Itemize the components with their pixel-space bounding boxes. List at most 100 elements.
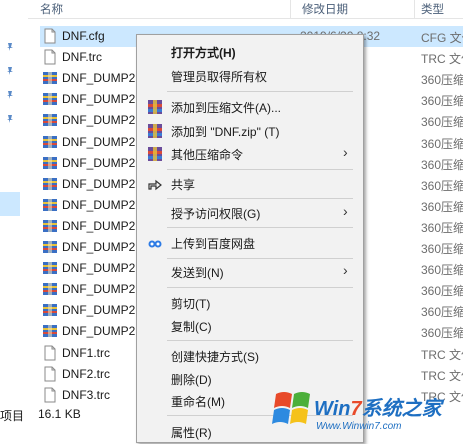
pin-icon[interactable] [5,114,15,124]
archive-icon [42,91,58,107]
file-name: DNF_DUMP2 [62,71,136,86]
menu-label: 打开方式(H) [171,46,236,60]
watermark-url: Www.Winwin7.com [316,421,402,432]
archive-icon [42,155,58,171]
menu-label: 共享 [171,178,196,192]
menu-separator [167,91,353,92]
menu-label: 删除(D) [171,373,212,387]
menu-separator [167,227,353,228]
share-icon [148,179,162,191]
file-type: 360压缩 [421,157,463,172]
archive-icon [42,70,58,86]
column-date-header[interactable]: 修改日期 [302,1,348,17]
menu-label: 上传到百度网盘 [171,237,256,251]
file-type: 360压缩 [421,73,463,88]
menu-item-add-to-zip[interactable]: 添加到 "DNF.zip" (T) [137,119,363,142]
archive-icon [42,197,58,213]
generic-file-icon [42,49,58,65]
pin-icon[interactable] [5,90,15,100]
column-header: 名称 修改日期 类型 [28,0,463,19]
menu-separator [167,169,353,170]
winrar-icon [148,147,162,161]
winrar-icon [148,100,162,114]
menu-label: 授予访问权限(G) [171,207,261,221]
file-name: DNF_DUMP2 [62,197,136,212]
submenu-arrow-icon: › [343,262,348,278]
archive-icon [42,302,58,318]
menu-label: 管理员取得所有权 [171,70,268,84]
watermark-title: Win7系统之家 [314,398,442,420]
file-type: 360压缩 [421,220,463,235]
file-type: 360压缩 [421,178,463,193]
file-name: DNF_DUMP2 [62,303,136,318]
file-name: DNF_DUMP2 [62,176,136,191]
menu-item-grant-access[interactable]: 授予访问权限(G) › [137,201,363,224]
file-name: DNF_DUMP2 [62,282,136,297]
menu-item-send-to[interactable]: 发送到(N) › [137,260,363,283]
file-name: DNF_DUMP2 [62,261,136,276]
file-name: DNF_DUMP2 [62,240,136,254]
menu-item-share[interactable]: 共享 [137,172,363,195]
file-name: DNF.trc [62,50,102,65]
menu-separator [167,258,353,259]
submenu-arrow-icon: › [343,144,348,160]
menu-label: 复制(C) [171,320,212,334]
generic-file-icon [42,28,58,44]
pin-icon[interactable] [5,42,15,52]
archive-icon [42,218,58,234]
file-name: DNF_DUMP2 [62,134,136,149]
file-type: 360压缩 [421,326,463,341]
menu-label: 重命名(M) [171,395,225,409]
file-name: DNF1.trc [62,345,110,360]
menu-item-upload-baidu[interactable]: 上传到百度网盘 [137,231,363,254]
archive-icon [42,239,58,255]
column-divider[interactable] [414,0,415,18]
submenu-arrow-icon: › [343,203,348,219]
menu-label: 发送到(N) [171,266,224,280]
menu-label: 添加到 "DNF.zip" (T) [171,125,280,139]
pin-icon[interactable] [5,66,15,76]
menu-item-take-ownership[interactable]: 管理员取得所有权 [137,64,363,87]
nav-selected-item[interactable] [0,192,20,216]
file-name: DNF.cfg [62,29,105,43]
column-type-header[interactable]: 类型 [421,1,444,17]
menu-label: 创建快捷方式(S) [171,350,259,364]
generic-file-icon [42,387,58,403]
menu-item-cut[interactable]: 剪切(T) [137,291,363,314]
file-type: CFG 文件 [421,31,463,45]
menu-label: 其他压缩命令 [171,148,244,162]
status-item-count: 项目 [0,409,25,423]
archive-icon [42,112,58,128]
file-type: 360压缩 [421,199,463,214]
menu-separator [167,198,353,199]
archive-icon [42,323,58,339]
menu-item-other-compress[interactable]: 其他压缩命令 › [137,142,363,165]
archive-icon [42,281,58,297]
menu-separator [167,287,353,288]
archive-icon [42,176,58,192]
generic-file-icon [42,366,58,382]
column-divider[interactable] [290,0,291,18]
navigation-pane [0,0,28,403]
file-name: DNF_DUMP2 [62,113,136,128]
file-name: DNF_DUMP2 [62,155,136,170]
file-name: DNF_DUMP2 [62,92,136,107]
menu-label: 属性(R) [171,426,212,440]
file-name: DNF2.trc [62,366,110,381]
file-type: 360压缩 [421,115,463,130]
file-type: 360压缩 [421,94,463,109]
file-type: 360压缩 [421,305,463,320]
column-name-header[interactable]: 名称 [40,1,63,17]
menu-item-open-with[interactable]: 打开方式(H) [137,40,363,63]
generic-file-icon [42,345,58,361]
winrar-icon [148,124,162,138]
menu-item-copy[interactable]: 复制(C) [137,314,363,337]
file-name: DNF_DUMP2 [62,218,136,233]
menu-label: 剪切(T) [171,297,211,311]
file-type: TRC 文件 [421,52,463,67]
file-type: 360压缩 [421,263,463,278]
menu-item-create-shortcut[interactable]: 创建快捷方式(S) [137,344,363,367]
file-type: 360压缩 [421,284,463,299]
file-type: 360压缩 [421,136,463,151]
menu-item-add-to-archive[interactable]: 添加到压缩文件(A)... [137,95,363,118]
